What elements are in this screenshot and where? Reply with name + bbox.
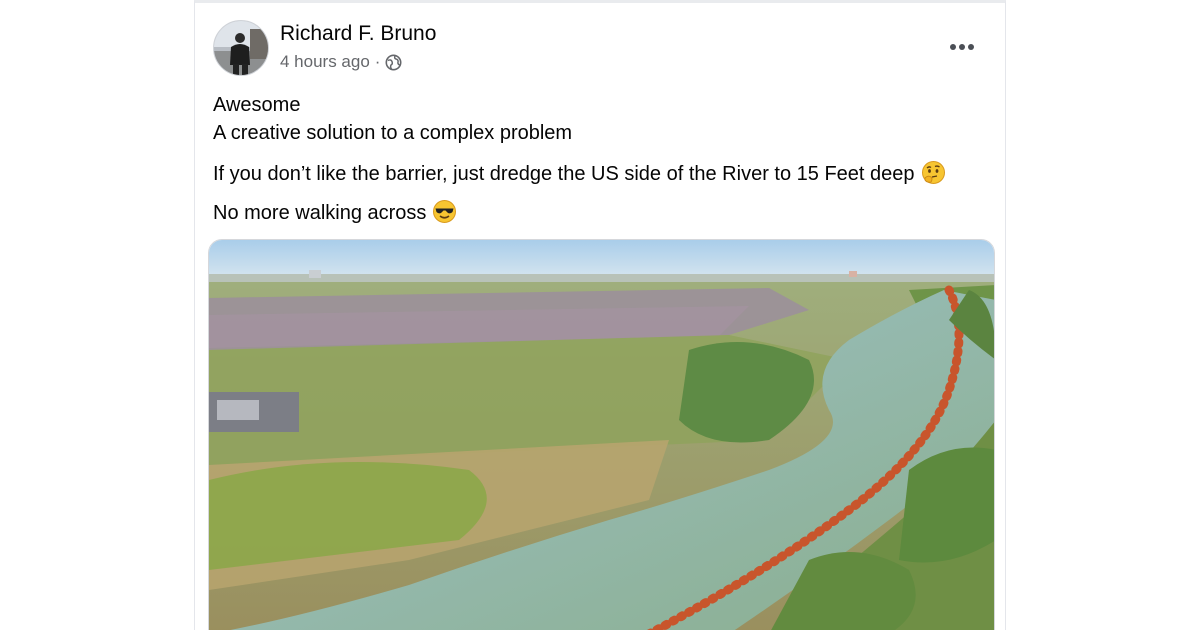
thinking-face-emoji xyxy=(921,160,946,185)
globe-icon[interactable] xyxy=(385,54,402,71)
post-card: Richard F. Bruno 4 hours ago · Awesome A… xyxy=(194,0,1006,630)
avatar-photo xyxy=(214,21,268,75)
post-text-line-4: No more walking across xyxy=(213,199,457,225)
sunglasses-face-emoji xyxy=(432,199,457,224)
more-options-icon[interactable] xyxy=(947,35,977,59)
post-text-line-2: A creative solution to a complex problem xyxy=(213,122,573,144)
river-barrier-photo xyxy=(209,240,994,630)
post-timestamp[interactable]: 4 hours ago xyxy=(280,52,370,72)
meta-separator: · xyxy=(374,52,381,71)
post-text-line-3: If you don’t like the barrier, just dred… xyxy=(213,160,946,186)
post-meta: 4 hours ago · xyxy=(280,52,402,72)
author-name[interactable]: Richard F. Bruno xyxy=(280,22,436,46)
post-photo[interactable] xyxy=(208,239,995,630)
page: Richard F. Bruno 4 hours ago · Awesome A… xyxy=(0,0,1200,630)
post-text-line-1: Awesome xyxy=(213,94,301,116)
post-text-line-4-text: No more walking across xyxy=(213,202,427,224)
post-text-line-3-text: If you don’t like the barrier, just dred… xyxy=(213,163,915,185)
avatar[interactable] xyxy=(213,20,269,76)
